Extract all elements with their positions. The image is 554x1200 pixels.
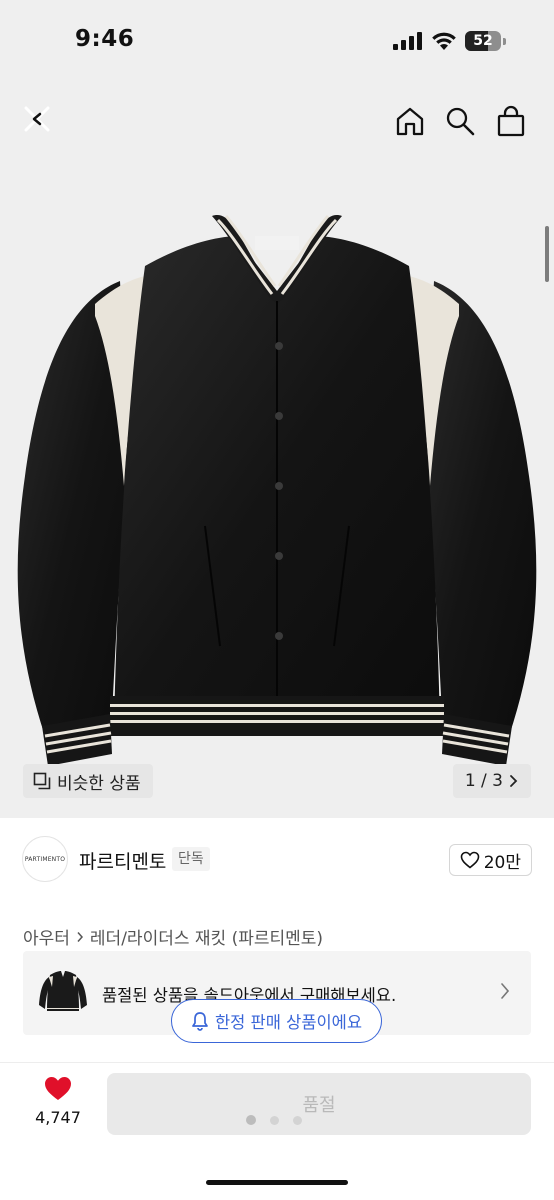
image-page-indicator: 1 / 3	[464, 771, 503, 791]
cart-button[interactable]	[494, 104, 528, 138]
close-button[interactable]	[20, 102, 54, 136]
product-photo-jacket	[17, 215, 537, 766]
limited-sale-label: 한정 판매 상품이에요	[214, 1013, 363, 1032]
carousel-dot[interactable]	[246, 1115, 256, 1125]
battery-icon: 52	[465, 31, 501, 51]
brand-like-count: 20만	[483, 852, 521, 873]
heart-outline-icon	[460, 851, 480, 869]
limited-sale-notice[interactable]: 한정 판매 상품이에요	[171, 999, 382, 1043]
carousel-dot[interactable]	[293, 1115, 302, 1125]
shopping-bag-icon	[497, 105, 525, 137]
brand-logo-text: PARTIMENTO	[24, 855, 66, 863]
status-time: 9:46	[75, 26, 135, 52]
home-button[interactable]	[392, 104, 428, 138]
brand-name[interactable]: 파르티멘토	[79, 847, 166, 874]
product-image-gallery[interactable]: 비슷한 상품 1 / 3	[0, 86, 554, 818]
similar-products-button[interactable]: 비슷한 상품	[23, 764, 153, 798]
cellular-signal-icon	[393, 32, 422, 50]
status-icons: 52	[393, 30, 506, 52]
carousel-dots	[246, 1115, 302, 1125]
wishlist-count: 4,747	[35, 1108, 81, 1127]
similar-products-label: 비슷한 상품	[57, 773, 141, 794]
chevron-right-icon	[77, 931, 83, 942]
exclusive-badge: 단독	[172, 847, 210, 871]
breadcrumb-category[interactable]: 아우터	[23, 924, 70, 949]
jacket-thumbnail	[39, 971, 87, 1011]
brand-row: PARTIMENTO 파르티멘토 단독 20만	[22, 836, 532, 884]
brand-logo[interactable]: PARTIMENTO	[22, 836, 68, 882]
carousel-dot[interactable]	[270, 1115, 279, 1125]
chevron-right-icon	[501, 983, 510, 999]
soldout-purchase-button[interactable]: 품절	[107, 1073, 531, 1135]
status-bar: 9:46 52	[0, 0, 554, 86]
wishlist-button[interactable]: 4,747	[26, 1075, 90, 1127]
chevron-right-icon	[510, 775, 518, 787]
battery-level: 52	[473, 33, 493, 49]
home-icon	[396, 107, 424, 136]
search-button[interactable]	[442, 104, 478, 138]
heart-filled-icon	[45, 1077, 71, 1100]
wifi-icon	[432, 32, 456, 50]
breadcrumb: 아우터 레더/라이더스 재킷 (파르티멘토)	[23, 924, 323, 949]
brand-like-button[interactable]: 20만	[448, 844, 532, 876]
search-icon	[446, 107, 475, 136]
soldout-button-label: 품절	[302, 1095, 336, 1116]
image-pager[interactable]: 1 / 3	[452, 764, 531, 798]
breadcrumb-subcategory[interactable]: 레더/라이더스 재킷 (파르티멘토)	[90, 924, 323, 949]
similar-items-icon	[33, 772, 51, 790]
home-indicator[interactable]	[206, 1180, 348, 1185]
close-back-icon	[24, 106, 50, 132]
bell-icon	[192, 1012, 208, 1031]
scrollbar[interactable]	[545, 226, 549, 282]
product-page: 9:46 52 비슷한 상품 1 / 3 PARTIMENTO 파르티멘토 단독…	[0, 0, 554, 1200]
